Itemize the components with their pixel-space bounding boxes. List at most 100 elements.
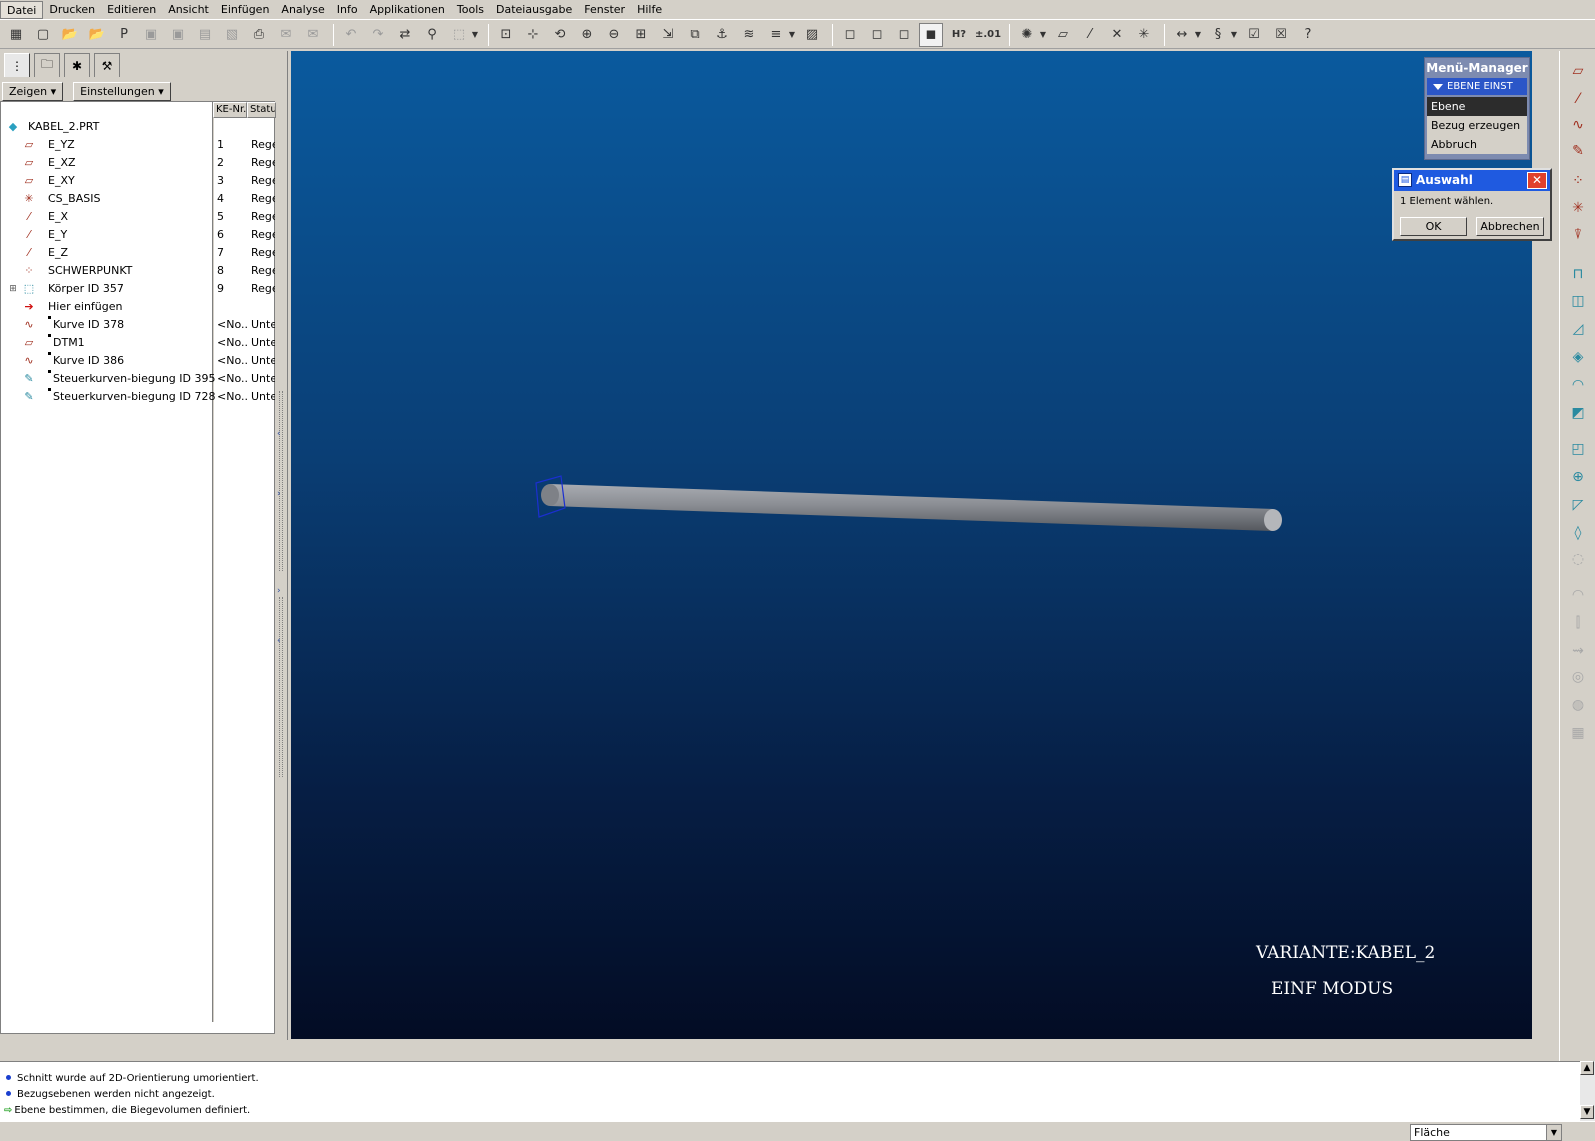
scroll-down-icon[interactable]: ▼ [1580, 1105, 1594, 1119]
chevron-down-icon[interactable]: ▼ [1038, 23, 1048, 47]
parameter-icon[interactable]: P [112, 23, 136, 47]
confirm-icon[interactable]: ☑ [1242, 23, 1266, 47]
new-file-icon[interactable]: ▢ [31, 23, 55, 47]
csys-tool-icon[interactable]: ✳ [1566, 196, 1590, 220]
settings-menu-button[interactable]: Einstellungen ▾ [73, 81, 171, 101]
repaint-icon[interactable]: ⊡ [494, 23, 518, 47]
backup-icon[interactable]: ▤ [193, 23, 217, 47]
datum-point-tool-icon[interactable]: ⁘ [1566, 169, 1590, 193]
reorient-icon[interactable]: ⇲ [656, 23, 680, 47]
selection-dialog-titlebar[interactable]: ▤ Auswahl ✕ [1394, 170, 1550, 191]
close-window-icon[interactable]: ☒ [1269, 23, 1293, 47]
redo-icon[interactable]: ↷ [366, 23, 390, 47]
precision-icon[interactable]: ±.01 [975, 23, 1001, 47]
message-scrollbar[interactable]: ▲ ▼ [1580, 1061, 1595, 1121]
chevron-down-icon[interactable]: ▼ [1546, 1125, 1561, 1140]
hidden-line-icon[interactable]: ◻ [865, 23, 889, 47]
expand-right-icon[interactable]: › [277, 586, 281, 596]
cancel-button[interactable]: Abbrechen [1476, 217, 1544, 236]
anchor-icon[interactable]: ⚓ [710, 23, 734, 47]
tree-item[interactable]: ∿ Kurve ID 378 <No... Unterdrückt [1, 316, 276, 334]
tree-item[interactable]: ⊞ ⬚ Körper ID 357 9 Regeneriert [1, 280, 276, 298]
tree-item[interactable]: ▱ E_YZ 1 Regeneriert [1, 136, 276, 154]
save-icon[interactable]: ▣ [139, 23, 163, 47]
no-hidden-icon[interactable]: ◻ [892, 23, 916, 47]
saved-views-icon[interactable]: ⧉ [683, 23, 707, 47]
intersect-tool-icon[interactable]: ◍ [1566, 693, 1590, 717]
menu-info[interactable]: Info [331, 1, 364, 19]
refit-icon[interactable]: ⊞ [629, 23, 653, 47]
blend-tool-icon[interactable]: ◈ [1566, 345, 1590, 369]
datum-point-display-icon[interactable]: ✕ [1105, 23, 1129, 47]
scroll-up-icon[interactable]: ▲ [1580, 1061, 1594, 1075]
menu-tools[interactable]: Tools [451, 1, 490, 19]
merge-tool-icon[interactable]: ⇝ [1566, 639, 1590, 663]
chamfer-tool-icon[interactable]: ◩ [1566, 401, 1590, 425]
selection-filter-select[interactable]: Fläche ▼ [1410, 1124, 1562, 1141]
appearance-icon[interactable]: ▨ [800, 23, 824, 47]
tree-item[interactable]: ▱ E_XY 3 Regeneriert [1, 172, 276, 190]
trim-tool-icon[interactable]: ◎ [1566, 665, 1590, 689]
tree-root[interactable]: ◆ KABEL_2.PRT [1, 118, 276, 136]
tree-item[interactable]: ∿ Kurve ID 386 <No... Unterdrückt [1, 352, 276, 370]
tree-item[interactable]: ▱ E_XZ 2 Regeneriert [1, 154, 276, 172]
tree-item[interactable]: ⁘ SCHWERPUNKT 8 Regeneriert [1, 262, 276, 280]
model-tree-icon[interactable]: ▦ [4, 23, 28, 47]
menu-einfuegen[interactable]: Einfügen [215, 1, 276, 19]
tree-item[interactable]: ✳ CS_BASIS 4 Regeneriert [1, 190, 276, 208]
undo-icon[interactable]: ↶ [339, 23, 363, 47]
measure-icon[interactable]: ↔ [1170, 23, 1194, 47]
menu-dateiausgabe[interactable]: Dateiausgabe [490, 1, 578, 19]
datum-curve-tool-icon[interactable]: ∿ [1566, 113, 1590, 137]
tree-item[interactable]: ✎ Steuerkurven-biegung ID 728 <No... Unt… [1, 388, 276, 406]
favorites-tab-icon[interactable]: ✱ [64, 53, 90, 77]
menu-datei[interactable]: Datei [0, 0, 44, 19]
select-box-icon[interactable]: ⬚ [447, 23, 471, 47]
context-help-icon[interactable]: ? [1296, 23, 1320, 47]
hidden-line-toggle-icon[interactable]: H? [946, 23, 972, 47]
mirror-tool-icon[interactable]: ⫿ [1566, 611, 1590, 635]
find-icon[interactable]: ⚲ [420, 23, 444, 47]
regenerate-icon[interactable]: ⇄ [393, 23, 417, 47]
spin-center-icon[interactable]: ⊹ [521, 23, 545, 47]
menu-item-abbruch[interactable]: Abbruch [1427, 135, 1527, 154]
draft-tool-icon[interactable]: ◸ [1566, 493, 1590, 517]
orient-mode-icon[interactable]: ⟲ [548, 23, 572, 47]
csys-display-icon[interactable]: ✳ [1132, 23, 1156, 47]
chevron-down-icon[interactable]: ▼ [1193, 23, 1203, 47]
email-icon[interactable]: ✉ [274, 23, 298, 47]
sketch-tool-icon[interactable]: ✎ [1566, 139, 1590, 163]
print-icon[interactable]: ⎙ [247, 23, 271, 47]
connections-tab-icon[interactable]: ⚒ [94, 53, 120, 77]
column-header-ke-nr[interactable]: KE-Nr. [213, 102, 247, 118]
tree-item[interactable]: ▱ DTM1 <No... Unterdrückt [1, 334, 276, 352]
chevron-down-icon[interactable]: ▼ [787, 23, 797, 47]
open-file-icon[interactable]: 📂 [58, 23, 82, 47]
graphics-window[interactable]: VARIANTE:KABEL_2 EINF MODUS [291, 51, 1532, 1039]
view-manager-icon[interactable]: ≡ [764, 23, 788, 47]
boundary-blend-icon[interactable]: ◌ [1566, 547, 1590, 571]
rename-icon[interactable]: ▧ [220, 23, 244, 47]
close-icon[interactable]: ✕ [1527, 172, 1547, 189]
sash-grip[interactable] [279, 597, 283, 777]
datum-axis-display-icon[interactable]: ⁄ [1078, 23, 1102, 47]
menu-hilfe[interactable]: Hilfe [631, 1, 668, 19]
extrude-tool-icon[interactable]: ⊓ [1566, 262, 1590, 286]
sash-grip[interactable] [279, 391, 283, 571]
expand-icon[interactable]: ⊞ [5, 281, 21, 297]
analysis-tool-icon[interactable]: ⍒ [1566, 223, 1590, 247]
chevron-down-icon[interactable]: ▼ [470, 23, 480, 47]
menu-manager-submenu[interactable]: EBENE EINST [1427, 78, 1527, 95]
tree-item[interactable]: ✎ Steuerkurven-biegung ID 395 <No... Unt… [1, 370, 276, 388]
open-session-icon[interactable]: 📂 [85, 23, 109, 47]
menu-editieren[interactable]: Editieren [101, 1, 162, 19]
panel-sash[interactable]: ‹ › › ‹ [276, 51, 288, 1040]
menu-item-bezug-erzeugen[interactable]: Bezug erzeugen [1427, 116, 1527, 135]
menu-fenster[interactable]: Fenster [578, 1, 631, 19]
round-tool-icon[interactable]: ◠ [1566, 373, 1590, 397]
show-menu-button[interactable]: Zeigen ▾ [2, 81, 64, 101]
save-copy-icon[interactable]: ▣ [166, 23, 190, 47]
rib-tool-icon[interactable]: ⊕ [1566, 465, 1590, 489]
menu-item-ebene[interactable]: Ebene [1427, 97, 1527, 116]
expand-right-icon[interactable]: › [277, 489, 281, 499]
